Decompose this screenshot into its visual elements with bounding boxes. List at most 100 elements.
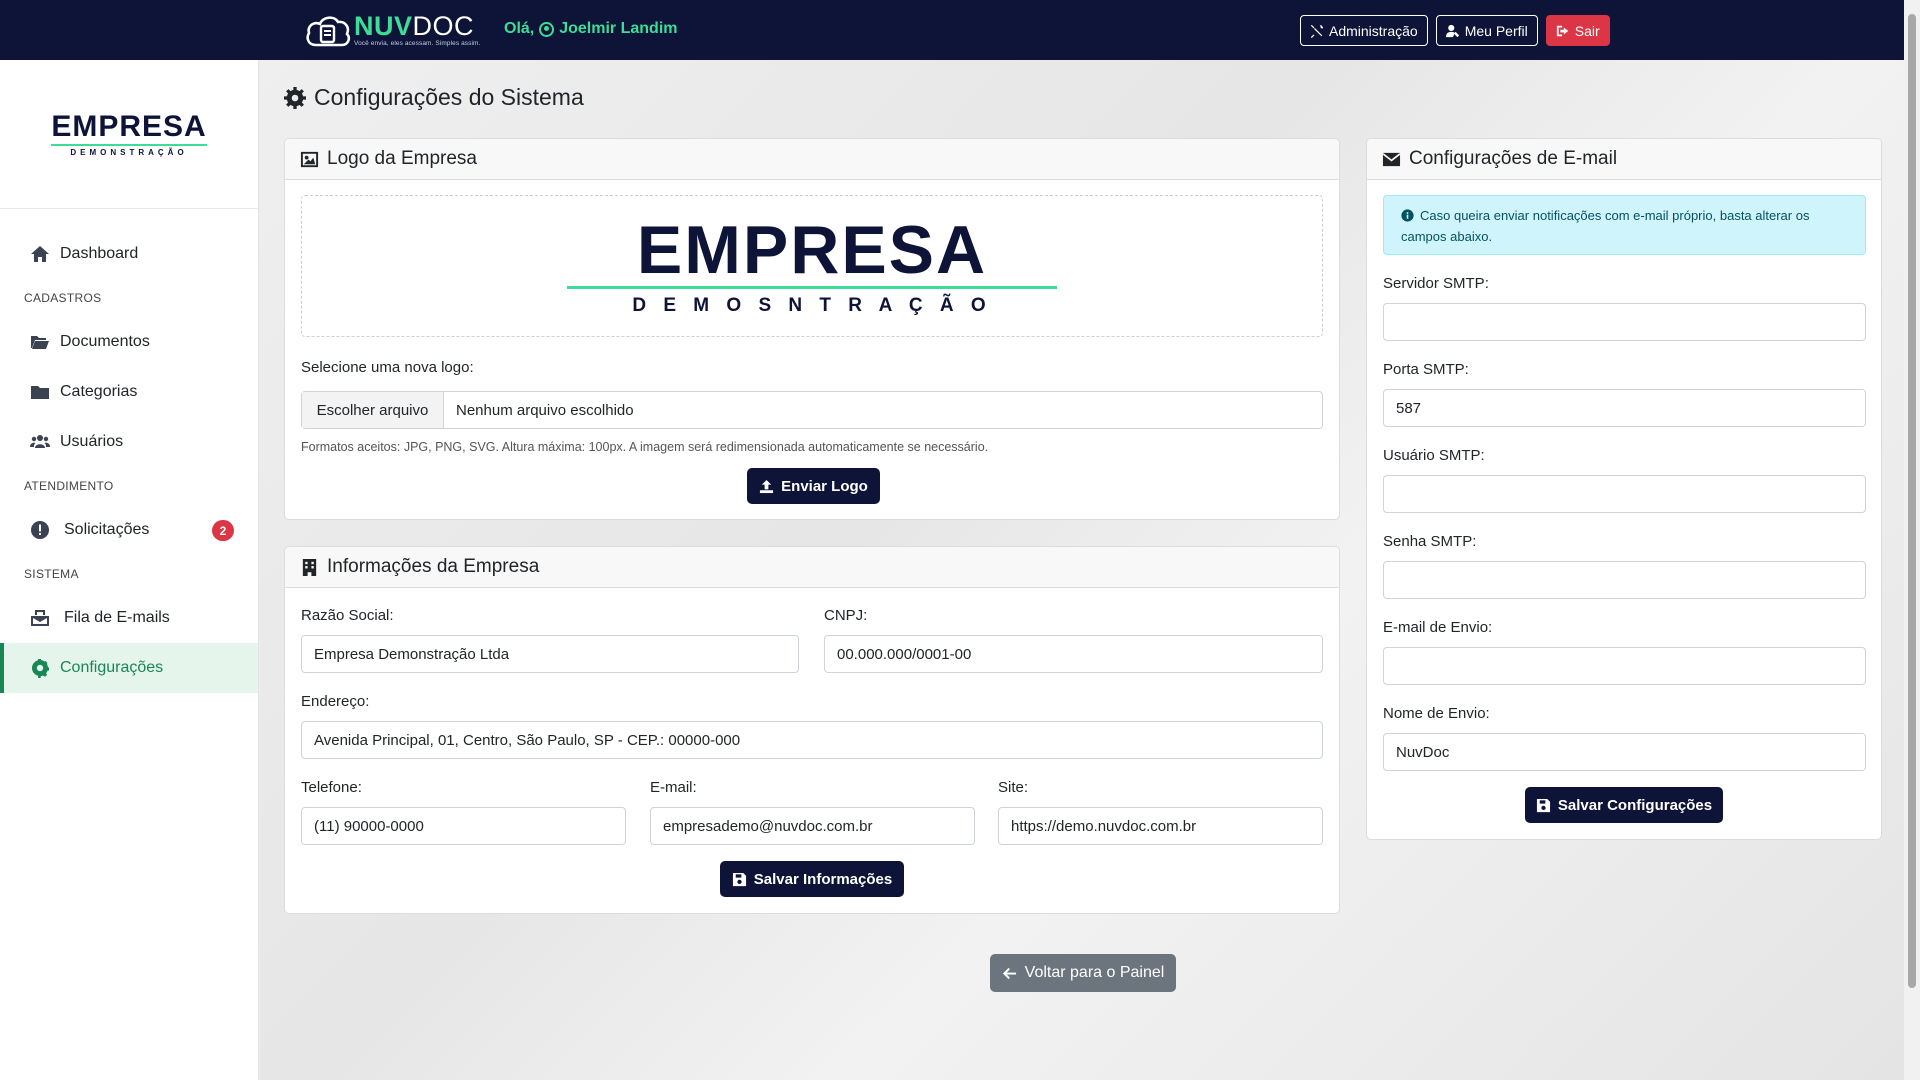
scrollbar-thumb[interactable] [1908, 14, 1916, 988]
company-info-card: Informações da Empresa Razão Social: Emp… [284, 546, 1340, 914]
smtp-port-input[interactable]: 587 [1383, 389, 1866, 427]
from-email-label: E-mail de Envio: [1383, 619, 1493, 636]
telefone-input[interactable]: (11) 90000-0000 [301, 807, 626, 845]
razao-social-label: Razão Social: [301, 607, 394, 624]
from-name-input[interactable]: NuvDoc [1383, 733, 1866, 771]
smtp-password-input[interactable] [1383, 561, 1866, 599]
logo-card-title: Logo da Empresa [327, 148, 477, 169]
endereco-input[interactable]: Avenida Principal, 01, Centro, São Paulo… [301, 721, 1323, 759]
profile-button[interactable]: Meu Perfil [1435, 15, 1538, 46]
save-email-label: Salvar Configurações [1557, 796, 1713, 814]
envelope-icon [1382, 152, 1401, 166]
company-card-title: Informações da Empresa [327, 556, 540, 577]
sidebar-item-label: Fila de E-mails [64, 609, 170, 626]
from-name-label: Nome de Envio: [1383, 705, 1490, 722]
sidebar: EMPRESA DEMONSTRAÇÃO Dashboard CADASTROS… [0, 60, 259, 1080]
sidebar-item-documentos[interactable]: Documentos [0, 317, 258, 367]
sidebar-item-usuarios[interactable]: Usuários [0, 417, 258, 467]
sidebar-item-configuracoes[interactable]: Configurações [0, 643, 258, 693]
page-title-text: Configurações do Sistema [314, 84, 584, 110]
save-company-info-button[interactable]: Salvar Informações [720, 861, 904, 897]
home-icon [31, 246, 49, 262]
sidebar-item-categorias[interactable]: Categorias [0, 367, 258, 417]
smtp-user-label: Usuário SMTP: [1383, 447, 1485, 464]
choose-file-button[interactable]: Escolher arquivo [302, 392, 444, 428]
image-icon [300, 151, 319, 167]
solicitacoes-count-badge: 2 [212, 520, 234, 541]
email-card-title: Configurações de E-mail [1409, 148, 1618, 169]
email-input[interactable]: empresademo@nuvdoc.com.br [650, 807, 975, 845]
floppy-disk-icon [1536, 798, 1550, 812]
logo-card-header: Logo da Empresa [285, 139, 1339, 180]
user-circle-icon [539, 21, 555, 37]
logout-button[interactable]: Sair [1545, 15, 1610, 46]
section-sistema: SISTEMA [24, 567, 79, 581]
nuvdoc-brand-logo[interactable]: NUVDOC Você envia, eles acessam. Simples… [304, 10, 480, 50]
cloud-document-icon [306, 16, 351, 47]
sidebar-item-dashboard[interactable]: Dashboard [0, 229, 258, 279]
smtp-port-label: Porta SMTP: [1383, 361, 1469, 378]
user-greeting: Olá, Joelmir Landim [504, 20, 677, 38]
floppy-disk-icon [732, 872, 746, 886]
sidebar-item-label: Dashboard [60, 245, 139, 262]
admin-label: Administração [1329, 22, 1418, 39]
logo-help-text: Formatos aceitos: JPG, PNG, SVG. Altura … [301, 440, 989, 454]
back-to-panel-button[interactable]: Voltar para o Painel [990, 954, 1176, 992]
user-name: Joelmir Landim [559, 20, 678, 37]
email-config-card: Configurações de E-mail Caso queira envi… [1366, 138, 1882, 840]
upload-logo-button[interactable]: Enviar Logo [747, 468, 880, 504]
save-company-label: Salvar Informações [753, 870, 893, 888]
admin-button[interactable]: Administração [1300, 15, 1428, 46]
sidebar-logo-word: EMPRESA [51, 109, 207, 143]
razao-social-input[interactable]: Empresa Demonstração Ltda [301, 635, 799, 673]
main-content: Configurações do Sistema Logo da Empresa… [260, 60, 1904, 1080]
sidebar-logo-sub: DEMONSTRAÇÃO [70, 147, 188, 157]
upload-icon [760, 479, 774, 493]
email-info-alert: Caso queira enviar notificações com e-ma… [1383, 195, 1866, 255]
logo-file-input[interactable]: Escolher arquivo Nenhum arquivo escolhid… [301, 391, 1323, 429]
smtp-user-input[interactable] [1383, 475, 1866, 513]
logo-preview: EMPRESA D E M O S N T R A Ç Ã O [301, 195, 1323, 337]
exclamation-circle-icon [31, 521, 49, 539]
brand-doc: DOC [412, 11, 475, 41]
sidebar-item-label: Usuários [60, 433, 124, 450]
sidebar-item-fila-emails[interactable]: Fila de E-mails [0, 593, 258, 643]
gear-icon [284, 86, 306, 109]
smtp-password-label: Senha SMTP: [1383, 533, 1477, 550]
sidebar-company-logo[interactable]: EMPRESA DEMONSTRAÇÃO [0, 60, 258, 209]
folder-open-icon [31, 336, 49, 349]
from-email-input[interactable] [1383, 647, 1866, 685]
top-navbar: NUVDOC Você envia, eles acessam. Simples… [0, 0, 1904, 60]
folder-icon [31, 386, 49, 399]
email-alert-text: Caso queira enviar notificações com e-ma… [1401, 208, 1810, 244]
company-card-header: Informações da Empresa [285, 547, 1339, 588]
section-atendimento: ATENDIMENTO [24, 479, 114, 493]
top-actions: Administração Meu Perfil Sair [1300, 15, 1610, 46]
page-title: Configurações do Sistema [284, 84, 584, 111]
smtp-server-label: Servidor SMTP: [1383, 275, 1489, 292]
logo-preview-line [567, 285, 1057, 289]
sidebar-logo-line [51, 143, 207, 146]
users-icon [30, 435, 50, 448]
greeting-text: Olá, [504, 20, 535, 37]
site-input[interactable]: https://demo.nuvdoc.com.br [998, 807, 1323, 845]
brand-nuv: NUV [354, 11, 413, 41]
email-label: E-mail: [650, 779, 697, 796]
logo-preview-word: EMPRESA [636, 211, 988, 288]
site-label: Site: [998, 779, 1029, 796]
section-cadastros: CADASTROS [24, 291, 102, 305]
email-card-header: Configurações de E-mail [1367, 139, 1881, 180]
telefone-label: Telefone: [301, 779, 362, 796]
building-icon [302, 558, 317, 576]
sidebar-item-label: Documentos [60, 333, 150, 350]
smtp-server-input[interactable] [1383, 303, 1866, 341]
page-scrollbar[interactable] [1904, 0, 1920, 1080]
logo-card: Logo da Empresa EMPRESA D E M O S N T R … [284, 138, 1340, 520]
cnpj-input[interactable]: 00.000.000/0001-00 [824, 635, 1323, 673]
arrow-left-icon [1002, 967, 1016, 979]
envelope-inbox-icon [31, 610, 49, 626]
sidebar-nav: Dashboard CADASTROS Documentos Categoria… [0, 209, 258, 693]
sidebar-item-solicitacoes[interactable]: Solicitações 2 [0, 505, 258, 555]
save-email-config-button[interactable]: Salvar Configurações [1525, 787, 1723, 823]
sidebar-item-label: Categorias [60, 383, 138, 400]
